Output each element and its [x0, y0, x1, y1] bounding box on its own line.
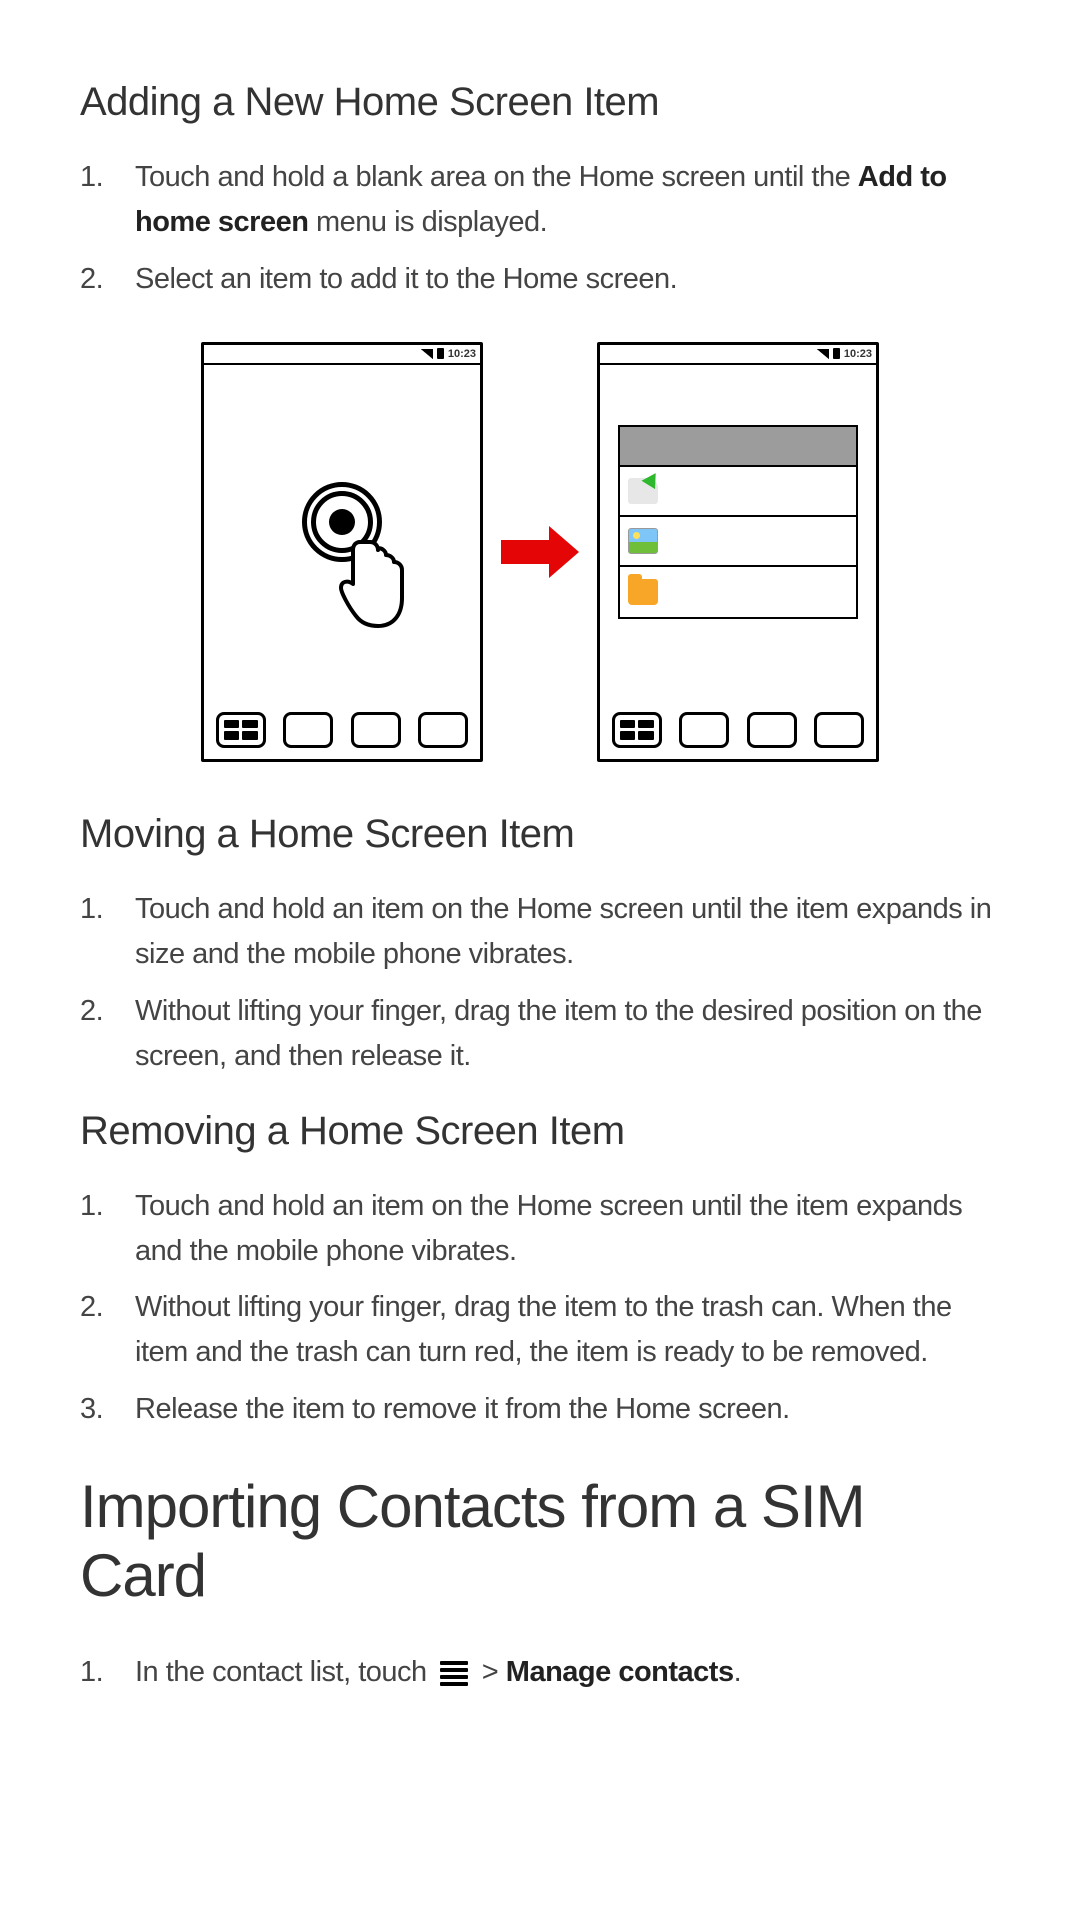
step-text: Release the item to remove it from the H… [135, 1393, 790, 1425]
step-text: Touch and hold an item on the Home scree… [135, 893, 991, 970]
step-text: In the contact list, touch [135, 1656, 434, 1688]
dock-slot-icon [814, 712, 864, 748]
step-text: Without lifting your finger, drag the it… [135, 1291, 952, 1368]
touch-and-hold-gesture [302, 482, 382, 562]
status-bar: 10:23 [600, 345, 876, 365]
step: In the contact list, touch > Manage cont… [80, 1650, 1000, 1695]
status-time: 10:23 [448, 348, 476, 360]
apps-grid-icon [612, 712, 662, 748]
step-text: Select an item to add it to the Home scr… [135, 263, 677, 295]
shortcut-icon [628, 478, 658, 504]
step-text: Without lifting your finger, drag the it… [135, 995, 982, 1072]
step-text: > [474, 1656, 506, 1688]
steps-import-contacts: In the contact list, touch > Manage cont… [80, 1650, 1000, 1695]
phone-mock-right: 10:23 [597, 342, 879, 762]
status-time: 10:23 [844, 348, 872, 360]
heading-remove-item: Removing a Home Screen Item [80, 1109, 1000, 1154]
step: Select an item to add it to the Home scr… [80, 257, 1000, 302]
menu-header [620, 427, 856, 467]
phone-screen [600, 365, 876, 707]
figure-add-to-home: 10:23 [80, 342, 1000, 762]
dock-slot-icon [679, 712, 729, 748]
menu-icon [440, 1658, 468, 1689]
folder-icon [628, 579, 658, 605]
steps-remove-item: Touch and hold an item on the Home scree… [80, 1184, 1000, 1433]
dock-slot-icon [418, 712, 468, 748]
step: Without lifting your finger, drag the it… [80, 1285, 1000, 1375]
steps-add-item: Touch and hold a blank area on the Home … [80, 155, 1000, 302]
step: Without lifting your finger, drag the it… [80, 989, 1000, 1079]
phone-screen [204, 365, 480, 707]
signal-icon [817, 349, 829, 359]
menu-row-folder [620, 567, 856, 617]
dock-slot-icon [351, 712, 401, 748]
menu-row-wallpaper [620, 517, 856, 567]
steps-move-item: Touch and hold an item on the Home scree… [80, 887, 1000, 1079]
menu-row-shortcut [620, 467, 856, 517]
heading-move-item: Moving a Home Screen Item [80, 812, 1000, 857]
picture-icon [628, 528, 658, 554]
step-text: Touch and hold an item on the Home scree… [135, 1190, 962, 1267]
battery-icon [833, 348, 840, 359]
step: Touch and hold an item on the Home scree… [80, 1184, 1000, 1274]
hand-pointer-icon [338, 536, 408, 628]
status-bar: 10:23 [204, 345, 480, 365]
document-page: Adding a New Home Screen Item Touch and … [0, 0, 1080, 1805]
heading-add-item: Adding a New Home Screen Item [80, 80, 1000, 125]
add-to-home-menu [618, 425, 858, 619]
heading-import-contacts: Importing Contacts from a SIM Card [80, 1472, 1000, 1610]
step-text: Touch and hold a blank area on the Home … [135, 161, 858, 193]
phone-dock [600, 707, 876, 759]
signal-icon [421, 349, 433, 359]
arrow-right-icon [501, 526, 579, 578]
battery-icon [437, 348, 444, 359]
step-text: . [734, 1656, 742, 1688]
step: Touch and hold a blank area on the Home … [80, 155, 1000, 245]
step: Release the item to remove it from the H… [80, 1387, 1000, 1432]
apps-grid-icon [216, 712, 266, 748]
dock-slot-icon [283, 712, 333, 748]
step-bold: Manage contacts [506, 1656, 734, 1688]
dock-slot-icon [747, 712, 797, 748]
phone-dock [204, 707, 480, 759]
step: Touch and hold an item on the Home scree… [80, 887, 1000, 977]
phone-mock-left: 10:23 [201, 342, 483, 762]
step-text: menu is displayed. [308, 206, 547, 238]
